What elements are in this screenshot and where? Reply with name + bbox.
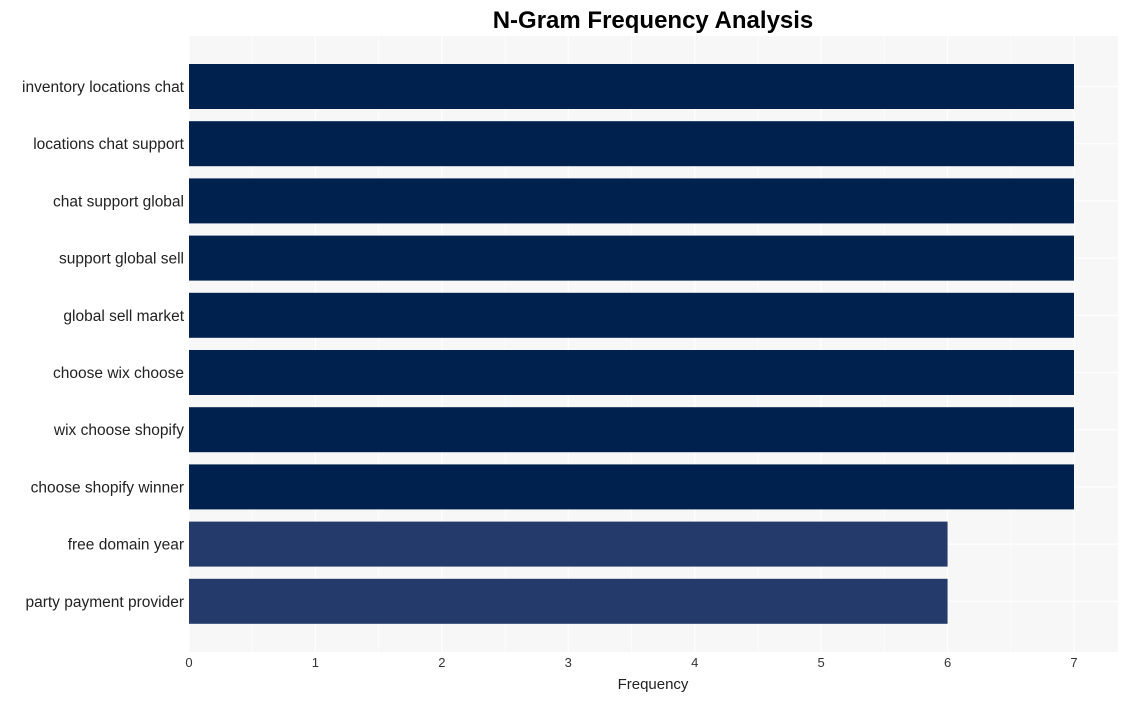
y-tick-label: support global sell bbox=[59, 251, 184, 268]
chart-title: N-Gram Frequency Analysis bbox=[493, 7, 814, 34]
bar-locations-chat-support bbox=[189, 121, 1074, 167]
y-axis-labels: inventory locations chat locations chat s… bbox=[22, 79, 185, 611]
x-axis-label: Frequency bbox=[618, 676, 689, 693]
y-tick-label: locations chat support bbox=[33, 136, 184, 153]
bar-support-global-sell bbox=[189, 235, 1074, 281]
bar-wix-choose-shopify bbox=[189, 407, 1074, 453]
x-tick-label: 2 bbox=[438, 655, 445, 670]
y-tick-label: party payment provider bbox=[25, 594, 184, 611]
y-tick-label: choose wix choose bbox=[53, 365, 184, 382]
y-tick-label: free domain year bbox=[68, 537, 184, 554]
x-tick-label: 4 bbox=[691, 655, 698, 670]
bar-inventory-locations-chat bbox=[189, 64, 1074, 109]
x-tick-label: 0 bbox=[185, 655, 192, 670]
y-tick-label: wix choose shopify bbox=[53, 422, 184, 439]
y-tick-label: chat support global bbox=[53, 193, 184, 210]
bar-free-domain-year bbox=[189, 521, 948, 567]
x-tick-label: 3 bbox=[565, 655, 572, 670]
bar-choose-wix-choose bbox=[189, 350, 1074, 395]
y-tick-label: global sell market bbox=[63, 308, 184, 325]
x-tick-label: 7 bbox=[1070, 655, 1077, 670]
bar-global-sell-market bbox=[189, 292, 1074, 338]
x-tick-label: 6 bbox=[944, 655, 951, 670]
x-tick-label: 1 bbox=[312, 655, 319, 670]
x-tick-label: 5 bbox=[818, 655, 825, 670]
ngram-bar-chart: inventory locations chat locations chat s… bbox=[22, 7, 1118, 693]
bar-chat-support-global bbox=[189, 178, 1074, 224]
bar-party-payment-provider bbox=[189, 578, 948, 624]
bar-choose-shopify-winner bbox=[189, 464, 1074, 510]
x-axis-ticks: 0 1 2 3 4 5 6 7 bbox=[185, 655, 1077, 670]
y-tick-label: choose shopify winner bbox=[31, 479, 184, 496]
y-tick-label: inventory locations chat bbox=[22, 79, 185, 96]
